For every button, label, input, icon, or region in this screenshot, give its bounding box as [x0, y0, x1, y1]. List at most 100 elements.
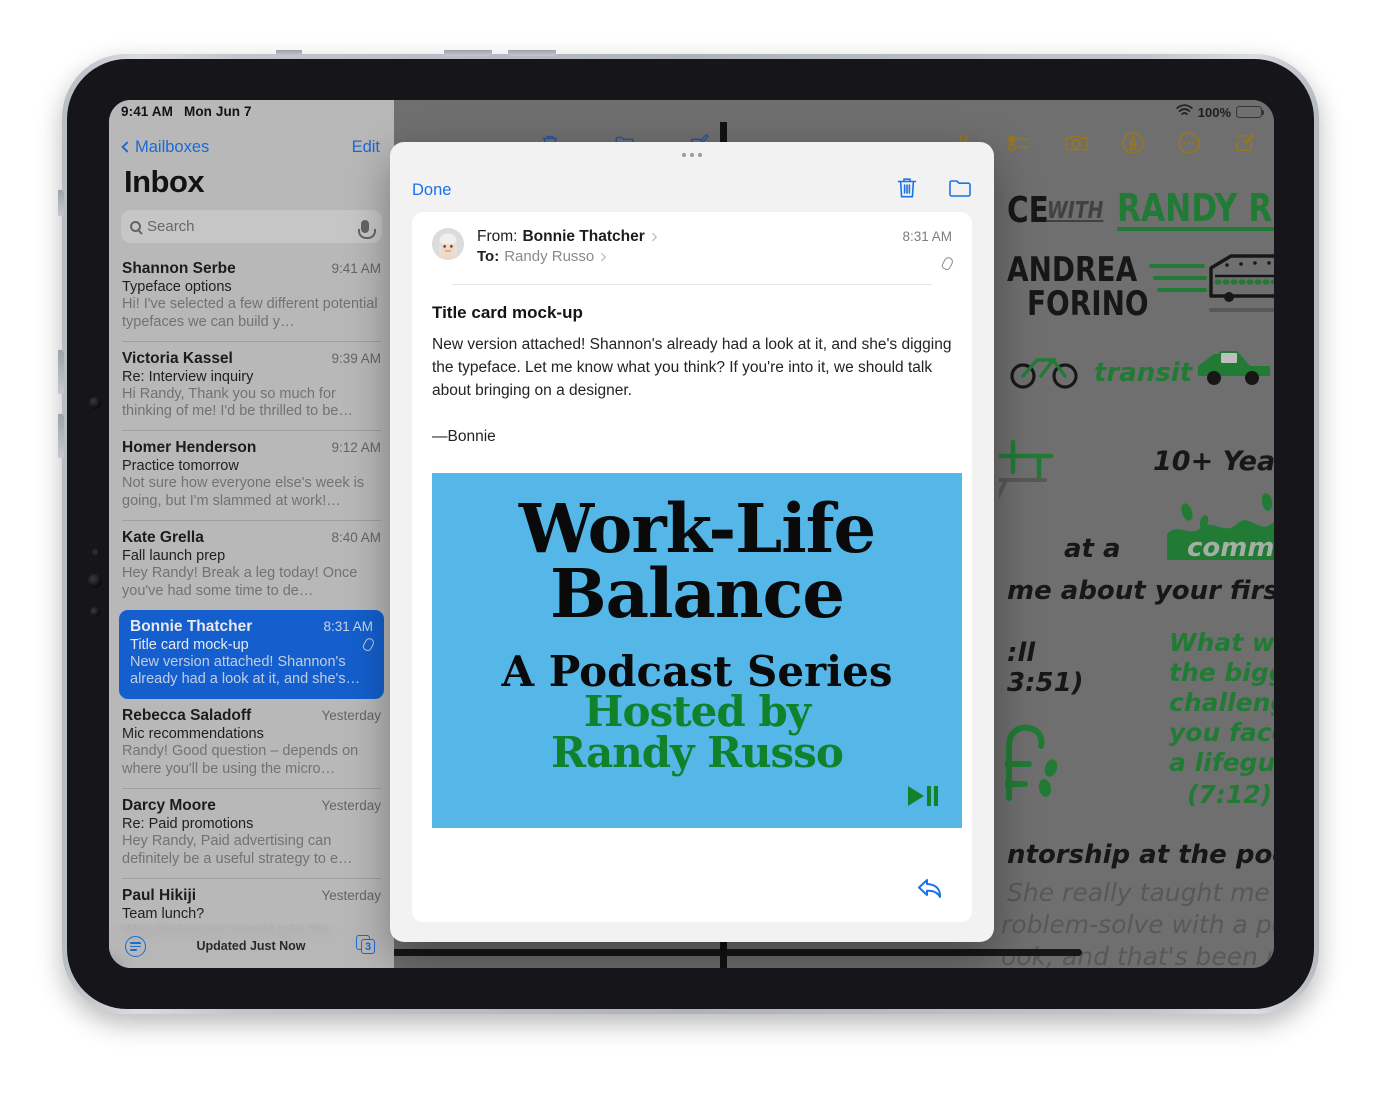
- subject-line: Typeface options: [122, 279, 381, 295]
- play-pause-icon[interactable]: [908, 786, 938, 807]
- to-name[interactable]: Randy Russo: [504, 248, 594, 265]
- title-card-line-1: Work-Life: [518, 489, 876, 569]
- pause-bar: [934, 786, 938, 807]
- list-item-header: Kate Grella 8:40 AM: [122, 529, 381, 547]
- subject-line: Mic recommendations: [122, 726, 381, 742]
- subject-text: Mic recommendations: [122, 726, 264, 743]
- preview-text: Hi! I've selected a few different potent…: [122, 296, 378, 330]
- volume-down-button[interactable]: [508, 50, 556, 56]
- message-header-meta: 8:31 AM: [902, 228, 955, 272]
- mail-detail-modal: Done From: Bonnie Thatcher To: Randy Rus…: [390, 142, 994, 942]
- side-button-b[interactable]: [58, 414, 64, 458]
- search-field[interactable]: Search: [121, 210, 382, 243]
- compose-count: 3: [364, 941, 372, 953]
- attachment-podcast-title-card[interactable]: Work-Life Balance A Podcast Series Hoste…: [432, 473, 962, 829]
- power-button[interactable]: [276, 50, 302, 56]
- front-camera-icon: [89, 397, 101, 409]
- from-name[interactable]: Bonnie Thatcher: [522, 228, 644, 246]
- smart-connector-pin: [58, 190, 64, 216]
- title-card-line-3: A Podcast Series: [501, 646, 893, 696]
- folder-icon[interactable]: [948, 177, 972, 204]
- list-item-header: Paul Hikiji Yesterday: [122, 887, 381, 905]
- trash-icon[interactable]: [896, 176, 918, 205]
- edit-button[interactable]: Edit: [352, 138, 380, 157]
- timestamp: 8:31 AM: [323, 618, 373, 634]
- sender-name: Kate Grella: [122, 528, 204, 546]
- modal-toolbar: Done: [390, 168, 994, 212]
- list-item[interactable]: Darcy Moore Yesterday Re: Paid promotion…: [122, 787, 381, 878]
- subject-text: Title card mock-up: [130, 636, 249, 653]
- from-label: From:: [477, 228, 518, 245]
- message-header-text: From: Bonnie Thatcher To: Randy Russo: [477, 228, 889, 265]
- sender-name: Rebecca Saladoff: [122, 707, 252, 725]
- sender-name: Bonnie Thatcher: [130, 617, 253, 635]
- microphone-icon[interactable]: [358, 220, 376, 239]
- list-item[interactable]: Shannon Serbe 9:41 AM Typeface options H…: [122, 252, 381, 341]
- list-item-header: Victoria Kassel 9:39 AM: [122, 350, 381, 368]
- grabber-dots-icon[interactable]: [682, 153, 702, 157]
- attachment-indicator: [902, 255, 955, 272]
- timestamp: 9:12 AM: [331, 440, 381, 456]
- preview-text: Hey Randy, Paid advertising can definite…: [122, 832, 353, 867]
- list-item-header: Bonnie Thatcher 8:31 AM: [130, 618, 373, 636]
- subject-line: Re: Paid promotions: [122, 816, 381, 832]
- sender-name: Homer Henderson: [122, 439, 257, 457]
- chevron-right-icon[interactable]: [648, 233, 657, 241]
- timestamp: Yesterday: [321, 797, 381, 813]
- sender-name: Darcy Moore: [122, 796, 216, 814]
- sender-name: Paul Hikiji: [122, 886, 197, 904]
- list-item-header: Shannon Serbe 9:41 AM: [122, 260, 381, 278]
- to-line: To: Randy Russo: [477, 248, 889, 265]
- list-item[interactable]: Rebecca Saladoff Yesterday Mic recommend…: [122, 699, 381, 788]
- sender-name: Shannon Serbe: [122, 260, 236, 277]
- list-item-header: Homer Henderson 9:12 AM: [122, 439, 381, 457]
- subject-text: Typeface options: [122, 279, 232, 295]
- preview-text: Not sure how everyone else's week is goi…: [122, 475, 365, 510]
- message-header: From: Bonnie Thatcher To: Randy Russo 8:…: [412, 212, 972, 285]
- subject-text: Fall launch prep: [122, 547, 226, 564]
- side-button-a[interactable]: [58, 350, 64, 394]
- subject-text: Team lunch?: [122, 905, 205, 922]
- mail-message-list[interactable]: Shannon Serbe 9:41 AM Typeface options H…: [109, 252, 394, 968]
- subject-line: Title card mock-up: [130, 636, 376, 653]
- face-id-sensor-icon: [88, 574, 102, 588]
- filter-icon[interactable]: [125, 935, 146, 957]
- list-item[interactable]: Kate Grella 8:40 AM Fall launch prep Hey…: [122, 519, 381, 610]
- reply-arrow-icon[interactable]: [916, 876, 946, 907]
- grabber-dot: [682, 153, 686, 157]
- title-card-line-2: Balance: [549, 553, 845, 633]
- memoji-avatar-icon: [432, 228, 464, 260]
- timestamp: Yesterday: [321, 708, 381, 724]
- preview-text: Hi Randy, Thank you so much for thinking…: [122, 385, 353, 420]
- message-signature: —Bonnie: [432, 428, 496, 446]
- play-triangle: [908, 786, 924, 807]
- ambient-sensor-icon: [92, 549, 98, 555]
- list-item-header: Rebecca Saladoff Yesterday: [122, 707, 381, 725]
- paperclip-icon: [940, 255, 955, 272]
- list-item-selected[interactable]: Bonnie Thatcher 8:31 AM Title card mock-…: [119, 609, 384, 700]
- reply-bar: [412, 860, 972, 922]
- timestamp: 9:39 AM: [331, 350, 381, 366]
- list-item[interactable]: Homer Henderson 9:12 AM Practice tomorro…: [122, 430, 381, 520]
- subject-line: Fall launch prep: [122, 548, 381, 564]
- modal-action-icons: [896, 176, 972, 205]
- sync-status-text: Updated Just Now: [196, 939, 306, 953]
- chevron-right-icon[interactable]: [598, 252, 606, 261]
- title-card-line-5: Randy Russo: [551, 727, 844, 777]
- ipad-screen: CE WITH RANDY RUSSO ANDREA FORINO: [109, 100, 1274, 968]
- grabber-dot: [690, 153, 694, 157]
- subject-line: Re: Interview inquiry: [122, 369, 381, 385]
- subject-text: Re: Interview inquiry: [122, 368, 254, 385]
- compose-stack-icon[interactable]: 3: [355, 935, 378, 957]
- message-time: 8:31 AM: [902, 229, 952, 244]
- back-to-mailboxes-button[interactable]: Mailboxes: [121, 137, 210, 157]
- search-placeholder: Search: [147, 218, 195, 235]
- done-button[interactable]: Done: [412, 181, 451, 200]
- list-item[interactable]: Victoria Kassel 9:39 AM Re: Interview in…: [122, 340, 381, 431]
- volume-up-button[interactable]: [444, 50, 492, 56]
- subject-line: Team lunch?: [122, 906, 381, 922]
- title-card-line-4: Hosted by: [583, 687, 811, 737]
- back-label: Mailboxes: [135, 137, 210, 156]
- avatar[interactable]: [432, 228, 464, 260]
- chevron-left-icon: [121, 141, 133, 153]
